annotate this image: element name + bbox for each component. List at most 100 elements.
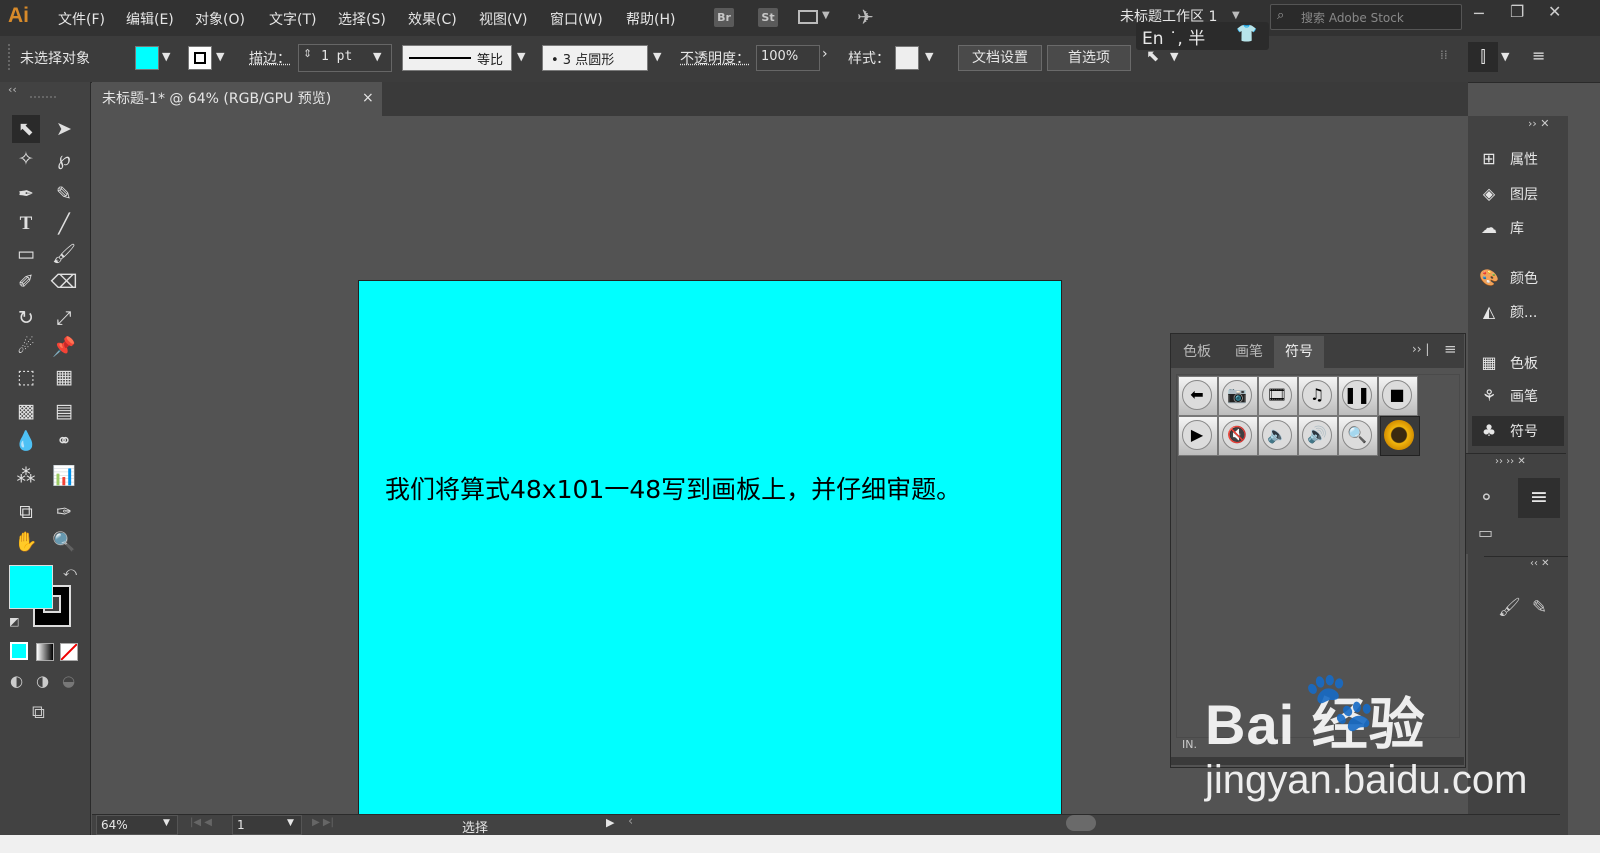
dock-color[interactable]: 🎨 颜色	[1478, 263, 1568, 293]
menu-object[interactable]: 对象(O)	[195, 9, 245, 29]
type-tool-icon[interactable]: T	[12, 210, 40, 238]
first-artboard-icon[interactable]: |◀ ◀	[190, 817, 212, 828]
collapse-dock-icon[interactable]: ›› ✕	[1528, 117, 1550, 130]
arrange-documents-icon[interactable]	[798, 10, 818, 24]
chevron-down-icon[interactable]: ▼	[163, 818, 170, 828]
rotate-tool-icon[interactable]: ↻	[12, 304, 40, 332]
pen-tool-icon[interactable]: ✒	[12, 180, 40, 208]
slice-tool-icon[interactable]: ✑	[50, 498, 78, 526]
stock-search-input[interactable]: ⌕ 搜索 Adobe Stock	[1270, 4, 1462, 30]
symbol-arrow-left[interactable]: ⬅	[1178, 376, 1218, 416]
brush-options-icon[interactable]: ✎	[1532, 597, 1547, 618]
stock-icon[interactable]: St	[758, 8, 778, 27]
artboard-field[interactable]: 1 ▼	[232, 815, 302, 835]
draw-normal-icon[interactable]: ◐	[10, 672, 23, 690]
panel-menu-icon[interactable]: ≡	[1518, 478, 1560, 518]
symbol-volume-high[interactable]: 🔊	[1298, 416, 1338, 456]
chevron-down-icon[interactable]: ▼	[1232, 10, 1240, 21]
document-setup-button[interactable]: 文档设置	[958, 45, 1042, 71]
paintbrush-icon[interactable]: 🖌	[50, 240, 78, 268]
color-mode-icon[interactable]	[10, 642, 28, 660]
appearance-icon[interactable]: ⚬	[1478, 485, 1495, 509]
symbol-mute[interactable]: 🔇	[1218, 416, 1258, 456]
draw-inside-icon[interactable]: ◒	[62, 672, 75, 690]
lasso-icon[interactable]: ℘	[50, 145, 78, 173]
screen-mode-icon[interactable]: ⧉	[32, 702, 45, 723]
chevron-right-icon[interactable]: ›	[822, 46, 828, 62]
transparency-icon[interactable]: ▭	[1478, 523, 1493, 542]
gradient-mode-icon[interactable]	[36, 643, 54, 661]
panel-menu-icon[interactable]: ≡	[1444, 340, 1457, 358]
selection-tool-icon[interactable]: ⬉	[12, 115, 40, 143]
opacity-field[interactable]: 100%	[756, 45, 820, 71]
tab-brushes[interactable]: 画笔	[1226, 336, 1272, 368]
bridge-icon[interactable]: Br	[714, 8, 734, 27]
menu-type[interactable]: 文字(T)	[269, 9, 316, 29]
curvature-tool-icon[interactable]: ✎	[50, 180, 78, 208]
symbol-search[interactable]: 🔍	[1338, 416, 1378, 456]
panel-menu-icon[interactable]: ≡	[1532, 46, 1545, 65]
dock-brushes[interactable]: ⚘ 画笔	[1478, 381, 1568, 411]
collapse-icon[interactable]: ‹‹ ✕	[1530, 558, 1550, 569]
dock-swatches[interactable]: ▦ 色板	[1478, 348, 1568, 378]
minimize-icon[interactable]: ─	[1474, 4, 1484, 23]
chevron-down-icon[interactable]: ▼	[1501, 50, 1509, 63]
chevron-down-icon[interactable]: ▼	[287, 818, 294, 828]
menu-file[interactable]: 文件(F)	[58, 9, 105, 29]
free-transform-icon[interactable]: ⬚	[12, 363, 40, 391]
tab-symbols[interactable]: 符号	[1274, 336, 1324, 368]
dock-color-guide[interactable]: ◭ 颜...	[1478, 297, 1568, 327]
stroke-swatch[interactable]	[188, 46, 212, 70]
eraser-icon[interactable]: ⌫	[50, 268, 78, 296]
dock-properties[interactable]: ⊞ 属性	[1478, 144, 1568, 174]
dock-libraries[interactable]: ☁ 库	[1478, 213, 1568, 243]
stepper-icon[interactable]: ⇕	[303, 47, 312, 60]
direct-selection-tool-icon[interactable]: ➤	[50, 115, 78, 143]
line-tool-icon[interactable]: ╱	[50, 210, 78, 238]
close-icon[interactable]: ✕	[1548, 2, 1561, 21]
artboard[interactable]	[358, 280, 1062, 822]
hand-tool-icon[interactable]: ✋	[12, 528, 40, 556]
artboard-tool-icon[interactable]: ⧉	[12, 498, 40, 526]
chevron-down-icon[interactable]: ▼	[162, 50, 170, 63]
document-tab[interactable]: 未标题-1* @ 64% (RGB/GPU 预览) ×	[92, 82, 382, 116]
menu-help[interactable]: 帮助(H)	[626, 9, 675, 29]
ime-toolbar[interactable]: En ˙, 半 👕	[1136, 22, 1269, 50]
scroll-left-icon[interactable]: ‹	[628, 814, 633, 829]
default-colors-icon[interactable]: ◩	[9, 615, 19, 628]
zoom-field[interactable]: 64% ▼	[96, 815, 178, 835]
collapse-icon[interactable]: ‹‹	[8, 83, 17, 96]
chevron-down-icon[interactable]: ▼	[925, 50, 933, 63]
collapse-icon[interactable]: ›› ›› ✕	[1495, 456, 1526, 467]
dock-symbols[interactable]: ♣ 符号	[1472, 416, 1564, 446]
restore-icon[interactable]: ❐	[1510, 2, 1524, 21]
puppet-warp-icon[interactable]: 📌	[50, 333, 78, 361]
opacity-label[interactable]: 不透明度：	[680, 48, 750, 68]
rocket-icon[interactable]: ✈	[857, 5, 874, 29]
status-menu-icon[interactable]: ▶	[606, 816, 614, 829]
horizontal-scrollbar-thumb[interactable]	[1066, 815, 1096, 831]
mesh-tool-icon[interactable]: ▩	[12, 397, 40, 425]
close-tab-icon[interactable]: ×	[362, 83, 374, 113]
eyedropper-icon[interactable]: 💧	[12, 427, 40, 455]
align-icon[interactable]: ⫿	[1468, 42, 1498, 72]
skin-icon[interactable]: 👕	[1236, 24, 1257, 44]
blend-tool-icon[interactable]: ⚭	[50, 427, 78, 455]
draw-behind-icon[interactable]: ◑	[36, 672, 49, 690]
chevron-down-icon[interactable]: ▼	[517, 50, 525, 63]
symbol-camera[interactable]: 📷	[1218, 376, 1258, 416]
menu-effect[interactable]: 效果(C)	[408, 9, 457, 29]
symbol-sunflower[interactable]: ​	[1380, 416, 1420, 456]
chevron-down-icon[interactable]: ▼	[216, 50, 224, 63]
zoom-tool-icon[interactable]: 🔍	[50, 528, 78, 556]
symbol-volume-low[interactable]: 🔈	[1258, 416, 1298, 456]
swap-colors-icon[interactable]: ⤺	[63, 565, 77, 580]
scale-tool-icon[interactable]: ⤢	[50, 304, 78, 332]
menu-view[interactable]: 视图(V)	[479, 9, 528, 29]
tab-swatches[interactable]: 色板	[1174, 336, 1220, 368]
fill-swatch[interactable]	[135, 46, 159, 70]
symbol-play[interactable]: ▶	[1178, 416, 1218, 456]
symbol-music[interactable]: ♫	[1298, 376, 1338, 416]
rectangle-tool-icon[interactable]: ▭	[12, 240, 40, 268]
symbol-pause[interactable]: ❚❚	[1338, 376, 1378, 416]
